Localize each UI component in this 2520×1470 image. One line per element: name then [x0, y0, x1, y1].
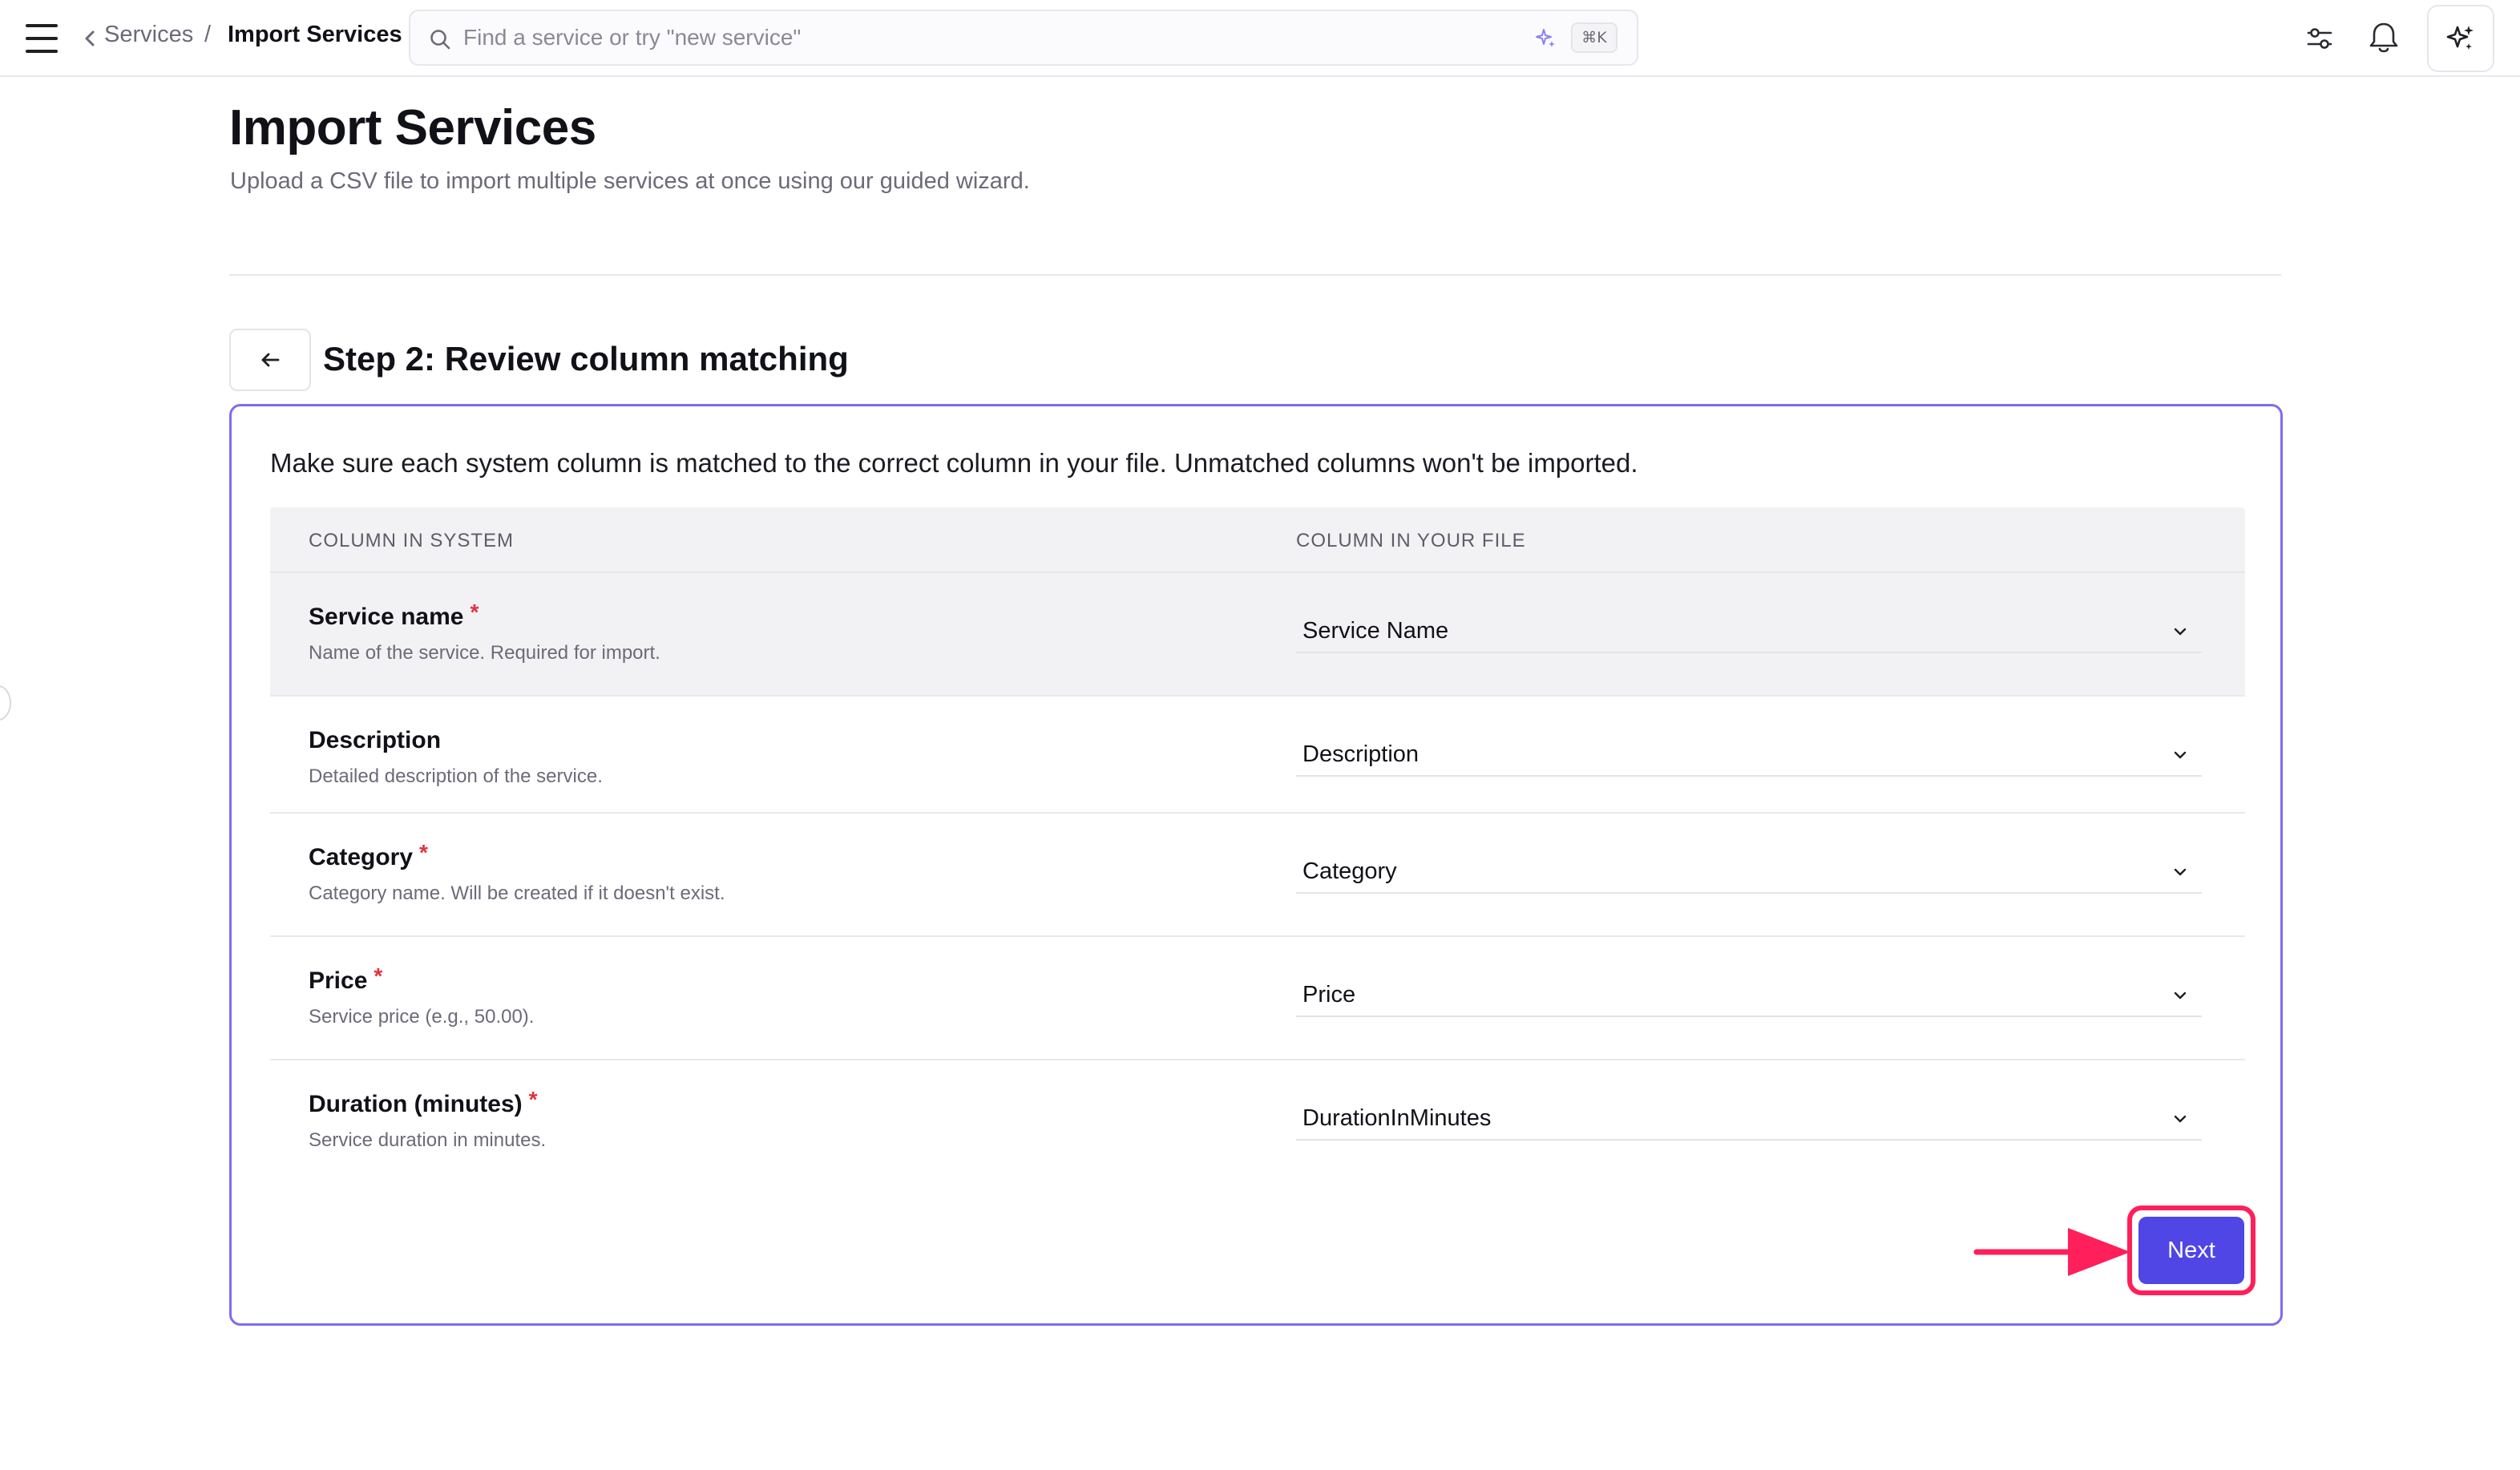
step-title: Step 2: Review column matching: [323, 340, 849, 378]
next-button[interactable]: Next: [2138, 1217, 2244, 1284]
page-subtitle: Upload a CSV file to import multiple ser…: [230, 168, 1030, 194]
file-column-select[interactable]: Category: [1296, 850, 2202, 894]
table-row: Price * Service price (e.g., 50.00). Pric…: [270, 937, 2245, 1060]
row-description: Service duration in minutes.: [309, 1129, 547, 1151]
row-title: Price *: [309, 963, 382, 995]
select-value: Category: [1302, 858, 1397, 884]
header-divider: [229, 274, 2281, 276]
row-title-label: Service name: [309, 604, 464, 630]
search-input[interactable]: [463, 11, 1505, 64]
sidebar-collapse-handle[interactable]: [0, 685, 11, 721]
sparkle-icon[interactable]: [1534, 26, 1558, 50]
chevron-left-icon[interactable]: [80, 24, 98, 53]
chevron-down-icon: [2174, 1115, 2187, 1123]
chevron-down-icon: [2174, 751, 2187, 759]
select-value: DurationInMinutes: [1302, 1105, 1492, 1131]
top-bar: Services / Import Services ⌘K: [0, 0, 2520, 77]
chevron-down-icon: [2174, 991, 2187, 1000]
required-marker: *: [419, 840, 428, 865]
breadcrumb-current: Import Services: [228, 22, 402, 47]
required-marker: *: [374, 963, 383, 988]
table-row: Description Detailed description of the …: [270, 697, 2245, 814]
card-intro-text: Make sure each system column is matched …: [270, 448, 1638, 478]
column-matching-table: COLUMN IN SYSTEM COLUMN IN YOUR FILE Ser…: [270, 507, 2245, 1184]
back-button[interactable]: [229, 329, 311, 391]
search-bar[interactable]: ⌘K: [409, 10, 1638, 66]
chevron-down-icon: [2174, 628, 2187, 636]
bell-icon[interactable]: [2366, 19, 2401, 56]
search-icon: [430, 30, 450, 50]
row-description: Name of the service. Required for import…: [309, 642, 660, 664]
table-row: Category * Category name. Will be created…: [270, 814, 2245, 937]
file-column-select[interactable]: Price: [1296, 974, 2202, 1017]
table-row: Duration (minutes) * Service duration in …: [270, 1060, 2245, 1184]
annotation-arrow-icon: [1973, 1228, 2130, 1276]
column-matching-card: Make sure each system column is matched …: [229, 404, 2283, 1326]
file-column-select[interactable]: Description: [1296, 733, 2202, 777]
required-marker: *: [470, 600, 479, 624]
breadcrumb-separator: /: [204, 22, 212, 47]
row-title-label: Description: [309, 727, 442, 753]
header-column-in-file: COLUMN IN YOUR FILE: [1296, 530, 1526, 551]
header-column-in-system: COLUMN IN SYSTEM: [309, 530, 515, 551]
ai-sparkle-icon: [2446, 26, 2474, 50]
file-column-select[interactable]: Service Name: [1296, 610, 2202, 653]
select-value: Description: [1302, 741, 1420, 767]
row-title-label: Duration (minutes): [309, 1091, 523, 1117]
row-description: Detailed description of the service.: [309, 765, 603, 787]
chevron-down-icon: [2174, 868, 2187, 876]
row-title-label: Category: [309, 844, 414, 870]
select-value: Service Name: [1302, 618, 1449, 644]
table-row: Service name * Name of the service. Requi…: [270, 573, 2245, 697]
row-title: Service name *: [309, 600, 479, 631]
breadcrumb-services-link[interactable]: Services: [104, 22, 193, 48]
row-title-label: Price: [309, 967, 368, 994]
arrow-left-icon: [261, 353, 280, 367]
row-description: Service price (e.g., 50.00).: [309, 1006, 535, 1028]
row-title: Description: [309, 727, 441, 754]
search-shortcut-badge: ⌘K: [1571, 22, 1617, 53]
row-description: Category name. Will be created if it doe…: [309, 882, 725, 904]
ai-assistant-button[interactable]: [2427, 5, 2494, 72]
table-header: COLUMN IN SYSTEM COLUMN IN YOUR FILE: [270, 507, 2245, 573]
file-column-select[interactable]: DurationInMinutes: [1296, 1097, 2202, 1141]
select-value: Price: [1302, 982, 1356, 1008]
required-marker: *: [528, 1087, 538, 1112]
row-title: Duration (minutes) *: [309, 1087, 538, 1118]
filter-icon[interactable]: [2304, 22, 2336, 55]
menu-icon[interactable]: [24, 22, 59, 55]
row-title: Category *: [309, 840, 428, 871]
page-title: Import Services: [229, 100, 596, 155]
